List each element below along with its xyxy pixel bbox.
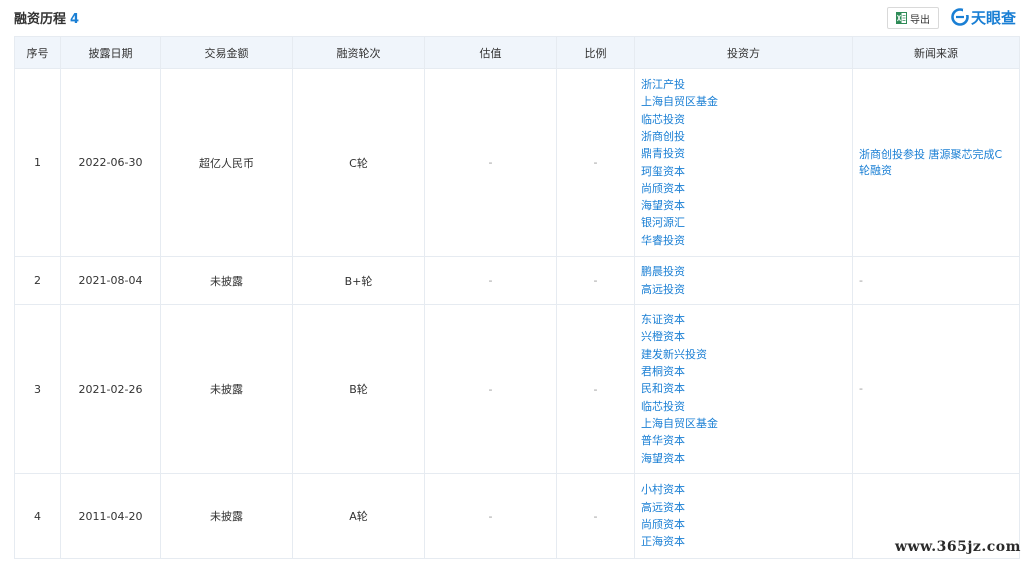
- column-header-round: 融资轮次: [292, 36, 425, 69]
- investor-link[interactable]: 银河源汇: [641, 214, 846, 231]
- row-amount: 未披露: [160, 304, 293, 474]
- column-header-amount: 交易金额: [160, 36, 293, 69]
- investor-link[interactable]: 上海自贸区基金: [641, 93, 846, 110]
- row-investors: 东证资本 兴橙资本 建发新兴投资 君桐资本 民和资本 临芯投资 上海自贸区基金 …: [634, 304, 853, 474]
- watermark: www.365jz.com: [895, 539, 1021, 555]
- funding-count: 4: [70, 12, 80, 27]
- row-ratio: -: [556, 304, 635, 474]
- investor-link[interactable]: 正海资本: [641, 533, 846, 550]
- investor-link[interactable]: 君桐资本: [641, 363, 846, 380]
- row-date: 2021-02-26: [60, 304, 161, 474]
- column-header-date: 披露日期: [60, 36, 161, 69]
- investor-link[interactable]: 小村资本: [641, 481, 846, 498]
- row-ratio: -: [556, 68, 635, 257]
- row-news: -: [852, 256, 1020, 305]
- column-header-ratio: 比例: [556, 36, 635, 69]
- excel-icon: [896, 12, 907, 24]
- row-investors: 浙江产投 上海自贸区基金 临芯投资 浙商创投 鼎青投资 珂玺资本 尚颀资本 海望…: [634, 68, 853, 257]
- table-row: 2 2021-08-04 未披露 B+轮 - - 鹏晨投资 高远投资 -: [14, 256, 1020, 305]
- investor-link[interactable]: 海望资本: [641, 197, 846, 214]
- news-link[interactable]: 浙商创投参投 唐源聚芯完成C轮融资: [852, 68, 1020, 257]
- investor-link[interactable]: 鹏晨投资: [641, 263, 846, 280]
- investor-link[interactable]: 海望资本: [641, 450, 846, 467]
- column-header-news: 新闻来源: [852, 36, 1020, 69]
- row-round: A轮: [292, 473, 425, 559]
- row-amount: 未披露: [160, 256, 293, 305]
- investor-link[interactable]: 建发新兴投资: [641, 346, 846, 363]
- investor-link[interactable]: 珂玺资本: [641, 163, 846, 180]
- row-valuation: -: [424, 68, 557, 257]
- row-index: 3: [14, 304, 61, 474]
- table-row: 3 2021-02-26 未披露 B轮 - - 东证资本 兴橙资本 建发新兴投资…: [14, 304, 1020, 474]
- table-row: 4 2011-04-20 未披露 A轮 - - 小村资本 高远资本 尚颀资本 正…: [14, 473, 1020, 559]
- export-button[interactable]: 导出: [887, 7, 939, 29]
- investor-link[interactable]: 普华资本: [641, 432, 846, 449]
- section-header: 融资历程 4 导出 天眼查: [0, 0, 1024, 36]
- investor-link[interactable]: 尚颀资本: [641, 516, 846, 533]
- tianyancha-logo-icon: [951, 8, 969, 26]
- investor-link[interactable]: 兴橙资本: [641, 328, 846, 345]
- section-title: 融资历程 4: [14, 8, 79, 27]
- investor-link[interactable]: 高远投资: [641, 281, 846, 298]
- column-header-index: 序号: [14, 36, 61, 69]
- row-round: B+轮: [292, 256, 425, 305]
- investor-link[interactable]: 东证资本: [641, 311, 846, 328]
- row-date: 2011-04-20: [60, 473, 161, 559]
- section-title-text: 融资历程: [14, 12, 67, 27]
- row-date: 2022-06-30: [60, 68, 161, 257]
- column-header-valuation: 估值: [424, 36, 557, 69]
- row-index: 4: [14, 473, 61, 559]
- investor-link[interactable]: 民和资本: [641, 380, 846, 397]
- export-label: 导出: [910, 14, 930, 26]
- investor-link[interactable]: 高远资本: [641, 499, 846, 516]
- row-ratio: -: [556, 473, 635, 559]
- investor-link[interactable]: 临芯投资: [641, 398, 846, 415]
- row-news: -: [852, 304, 1020, 474]
- row-valuation: -: [424, 473, 557, 559]
- row-amount: 未披露: [160, 473, 293, 559]
- row-index: 1: [14, 68, 61, 257]
- row-round: C轮: [292, 68, 425, 257]
- row-amount: 超亿人民币: [160, 68, 293, 257]
- logo-text: 天眼查: [971, 8, 1017, 27]
- row-valuation: -: [424, 256, 557, 305]
- row-round: B轮: [292, 304, 425, 474]
- row-investors: 小村资本 高远资本 尚颀资本 正海资本: [634, 473, 853, 559]
- investor-link[interactable]: 华睿投资: [641, 232, 846, 249]
- row-index: 2: [14, 256, 61, 305]
- funding-table: 序号 披露日期 交易金额 融资轮次 估值 比例 投资方 新闻来源 1 2022-…: [14, 36, 1020, 559]
- row-ratio: -: [556, 256, 635, 305]
- table-header-row: 序号 披露日期 交易金额 融资轮次 估值 比例 投资方 新闻来源: [14, 36, 1020, 69]
- investor-link[interactable]: 临芯投资: [641, 111, 846, 128]
- investor-link[interactable]: 浙江产投: [641, 76, 846, 93]
- investor-link[interactable]: 上海自贸区基金: [641, 415, 846, 432]
- row-valuation: -: [424, 304, 557, 474]
- investor-link[interactable]: 浙商创投: [641, 128, 846, 145]
- investor-link[interactable]: 尚颀资本: [641, 180, 846, 197]
- tianyancha-logo: 天眼查: [951, 6, 1016, 28]
- table-row: 1 2022-06-30 超亿人民币 C轮 - - 浙江产投 上海自贸区基金 临…: [14, 68, 1020, 257]
- row-investors: 鹏晨投资 高远投资: [634, 256, 853, 305]
- investor-link[interactable]: 鼎青投资: [641, 145, 846, 162]
- row-date: 2021-08-04: [60, 256, 161, 305]
- column-header-investors: 投资方: [634, 36, 853, 69]
